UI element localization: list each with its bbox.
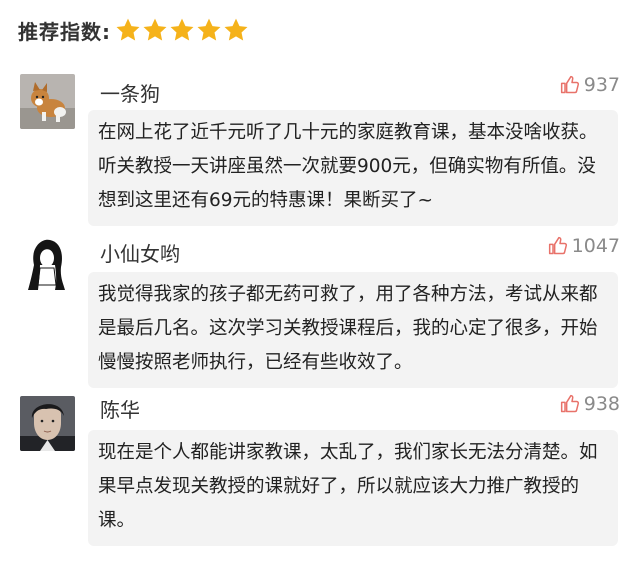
like-count: 1047 [571, 235, 620, 257]
like-button[interactable]: 938 [560, 393, 620, 415]
star-icon [196, 17, 222, 43]
avatar[interactable] [20, 396, 75, 451]
avatar[interactable] [20, 235, 75, 290]
like-count: 937 [583, 74, 620, 96]
like-button[interactable]: 1047 [548, 235, 620, 257]
star-icon [142, 17, 168, 43]
rating-stars [115, 17, 250, 43]
comment-username[interactable]: 小仙女哟 [100, 238, 180, 267]
star-icon [115, 17, 141, 43]
comment-username[interactable]: 陈华 [100, 394, 140, 423]
star-icon [223, 17, 249, 43]
comment-text: 我觉得我家的孩子都无药可救了，用了各种方法，考试从来都是最后几名。这次学习关教授… [88, 272, 618, 388]
like-count: 938 [583, 393, 620, 415]
comment-username[interactable]: 一条狗 [100, 78, 160, 107]
thumbs-up-icon [560, 394, 580, 414]
comment-text: 现在是个人都能讲家教课，太乱了，我们家长无法分清楚。如果早点发现关教授的课就好了… [88, 430, 618, 546]
thumbs-up-icon [560, 75, 580, 95]
comment-text: 在网上花了近千元听了几十元的家庭教育课，基本没啥收获。听关教授一天讲座虽然一次就… [88, 110, 618, 226]
rating-label: 推荐指数: [18, 19, 111, 44]
star-icon [169, 17, 195, 43]
rating-row: 推荐指数: [18, 14, 250, 46]
avatar[interactable] [20, 74, 75, 129]
thumbs-up-icon [548, 236, 568, 256]
like-button[interactable]: 937 [560, 74, 620, 96]
